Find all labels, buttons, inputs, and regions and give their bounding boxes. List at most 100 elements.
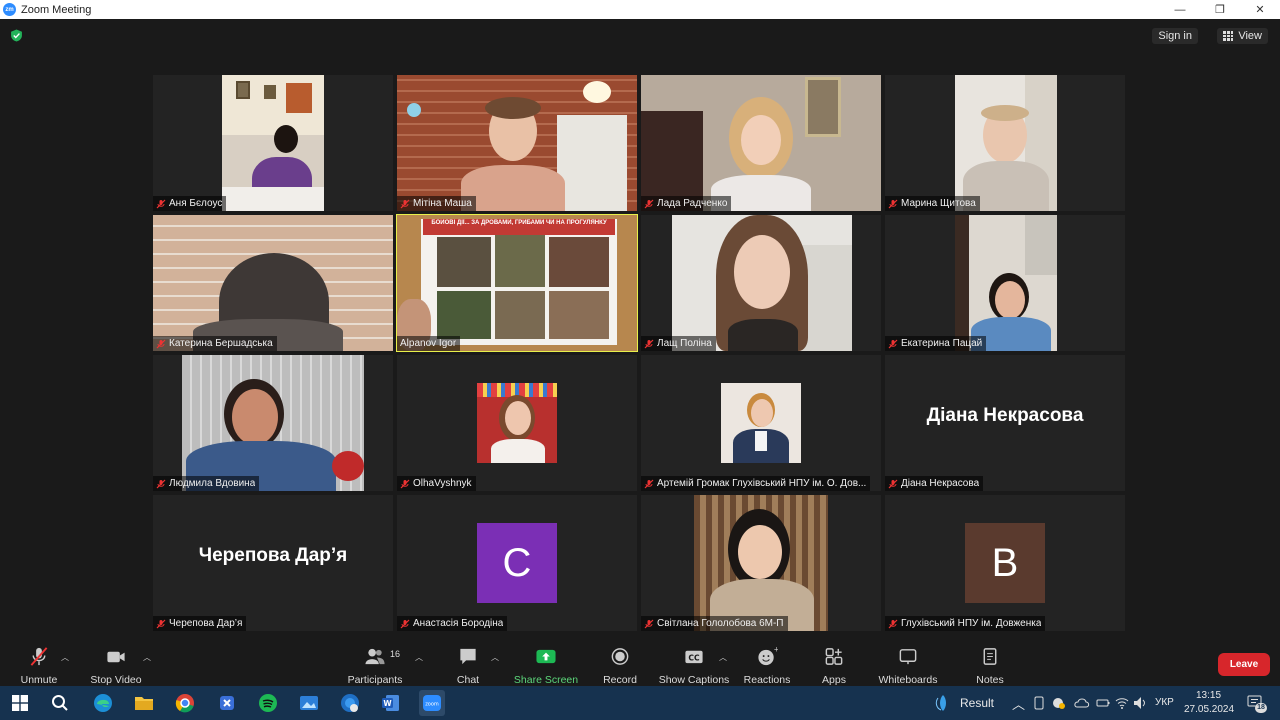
participant-tile[interactable]: Мітіна Маша [397,75,637,211]
cloud-tray-icon[interactable] [1074,696,1090,710]
weather-icon[interactable] [934,694,952,712]
clock-date[interactable]: 27.05.2024 [1184,704,1234,715]
zoom-app-icon[interactable]: zoom [419,690,445,716]
share-screen-button[interactable]: Share Screen [514,640,578,686]
clock-time[interactable]: 13:15 [1196,690,1221,701]
notes-label: Notes [976,674,1004,686]
participant-tile[interactable]: Людмила Вдовина [153,355,393,491]
show-captions-label: Show Captions [658,674,730,686]
participant-tile[interactable]: Аня Бєлоус [153,75,393,211]
muted-mic-icon [644,199,654,208]
participant-name: Діана Некрасова [901,478,980,489]
participant-tile[interactable]: B Глухівський НПУ ім. Довженка [885,495,1125,631]
volume-tray-icon[interactable] [1133,696,1147,710]
participant-name: Лада Радченко [657,198,728,209]
view-button[interactable]: View [1217,28,1268,44]
participant-tile[interactable]: Марина Щитова [885,75,1125,211]
participant-tile[interactable]: Екатерина Пацай [885,215,1125,351]
restore-button[interactable]: ❐ [1200,0,1240,19]
browser-app-icon[interactable] [337,690,363,716]
close-button[interactable]: ✕ [1240,0,1280,19]
chat-label: Chat [456,674,480,686]
apps-icon [825,648,843,665]
apps-button[interactable]: Apps [816,640,852,686]
poster-title: БОЙОВІ ДІЇ... ЗА ДРОВАМИ, ГРИБАМИ ЧИ НА … [423,219,615,235]
chrome-icon[interactable] [172,690,198,716]
battery-tray-icon[interactable] [1096,696,1110,710]
show-captions-button[interactable]: CC Show Captions [658,640,730,686]
chat-button[interactable]: Chat [450,640,486,686]
participants-label: Participants [347,674,403,686]
participant-name: Лащ Поліна [657,338,712,349]
file-explorer-icon[interactable] [131,690,157,716]
apps-label: Apps [822,674,846,686]
notifications-button[interactable]: 18 [1246,693,1267,713]
windows-start-icon[interactable] [7,690,33,716]
tray-overflow-chevron-icon[interactable]: ︿ [1012,694,1025,713]
minimize-button[interactable]: — [1160,0,1200,19]
search-icon[interactable] [47,690,73,716]
participant-nametag: Марина Щитова [885,196,980,211]
leave-button[interactable]: Leave [1218,653,1270,676]
weather-label[interactable]: Result [960,696,994,710]
input-language-indicator[interactable]: УКР [1155,697,1174,708]
muted-mic-icon [644,479,654,488]
participant-nametag: Екатерина Пацай [885,336,987,351]
participant-avatar: C [477,523,557,603]
whiteboards-label: Whiteboards [878,674,938,686]
participant-name: Черепова Дар’я [169,618,243,629]
svg-text:W: W [383,699,392,708]
participant-tile[interactable]: Катерина Бершадська [153,215,393,351]
notes-button[interactable]: Notes [970,640,1010,686]
reactions-smiley-icon: + [758,646,778,666]
photos-app-icon[interactable] [296,690,322,716]
participant-tile[interactable]: Черепова Дар’я Черепова Дар’я [153,495,393,631]
muted-mic-icon [156,199,166,208]
participant-video [672,215,852,351]
chat-options-caret-icon[interactable]: ︿ [491,652,499,662]
window-title: Zoom Meeting [21,3,92,16]
windows-taskbar: W zoom Result ︿ УКР 13:15 27.05.2024 18 [0,686,1280,720]
participant-tile[interactable]: Лащ Поліна [641,215,881,351]
participant-photo [721,383,801,463]
participants-count: 16 [390,649,401,659]
participants-button[interactable]: Participants [344,640,406,686]
reactions-button[interactable]: + Reactions [742,640,792,686]
svg-text:zoom: zoom [425,702,439,708]
participant-tile[interactable]: Діана Некрасова Діана Некрасова [885,355,1125,491]
audio-options-caret-icon[interactable]: ︿ [61,652,69,662]
edge-browser-icon[interactable] [90,690,116,716]
participant-tile[interactable]: C Анастасія Бородіна [397,495,637,631]
wifi-tray-icon[interactable] [1115,696,1129,710]
teams-app-icon[interactable] [214,690,240,716]
participant-tile[interactable]: OlhaVyshnyk [397,355,637,491]
participant-tile[interactable]: Лада Радченко [641,75,881,211]
muted-mic-icon [156,619,166,628]
participants-options-caret-icon[interactable]: ︿ [415,652,423,662]
participant-tile-active-speaker[interactable]: БОЙОВІ ДІЇ... ЗА ДРОВАМИ, ГРИБАМИ ЧИ НА … [396,214,638,352]
participant-video [955,75,1057,211]
participant-tile[interactable]: Світлана Гололобова 6М-П [641,495,881,631]
sign-in-button[interactable]: Sign in [1152,28,1198,44]
record-button[interactable]: Record [600,640,640,686]
whiteboards-button[interactable]: Whiteboards [876,640,940,686]
captions-options-caret-icon[interactable]: ︿ [719,652,727,662]
word-app-icon[interactable]: W [378,690,404,716]
stop-video-button[interactable]: Stop Video [86,640,146,686]
chat-bubble-icon [460,648,476,665]
participant-tile[interactable]: Артемій Громак Глухівський НПУ ім. О. До… [641,355,881,491]
encryption-shield-icon[interactable] [10,29,23,42]
meeting-toolbar: Unmute ︿ Stop Video ︿ Participants 16 ︿ … [0,640,1280,686]
video-options-caret-icon[interactable]: ︿ [143,652,151,662]
participant-video: БОЙОВІ ДІЇ... ЗА ДРОВАМИ, ГРИБАМИ ЧИ НА … [397,215,637,351]
participant-avatar: B [965,523,1045,603]
device-tray-icon[interactable] [1033,696,1045,710]
onedrive-tray-icon[interactable] [1052,696,1066,710]
spotify-icon[interactable] [255,690,281,716]
participant-photo [477,383,557,463]
participant-nametag: Черепова Дар’я [153,616,247,631]
muted-mic-icon [888,339,898,348]
gallery-grid: Аня Бєлоус Мітіна Маша Лада Радченко Мар… [153,75,1129,631]
unmute-button[interactable]: Unmute [14,640,64,686]
muted-mic-icon [400,199,410,208]
